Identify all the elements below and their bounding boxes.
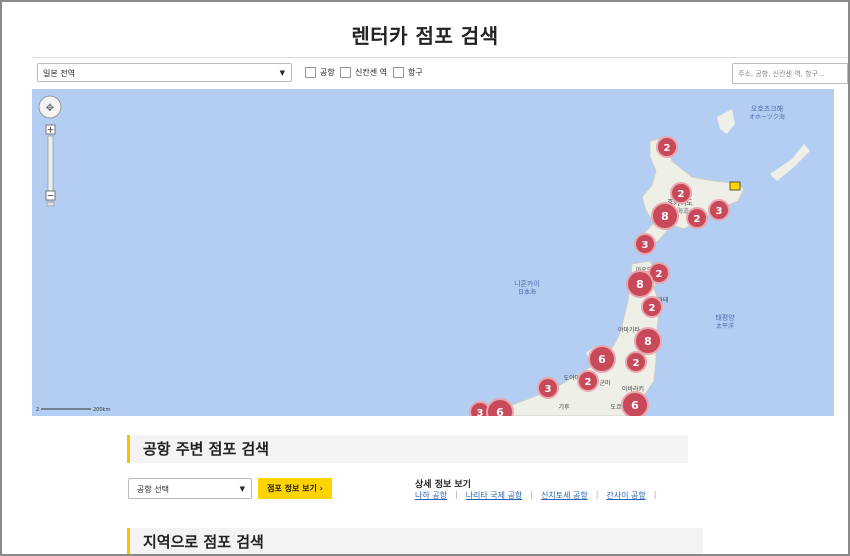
detail-info-title: 상세 정보 보기	[415, 480, 471, 490]
cluster-count: 2	[678, 189, 685, 200]
cluster-count: 2	[633, 358, 640, 369]
chevron-down-icon: ▼	[279, 69, 285, 77]
airport-select-value: 공항 선택	[137, 485, 169, 494]
okhotsk-sub-label: オホーツク海	[749, 113, 785, 121]
search-placeholder: 주소, 공항, 신칸센 역, 항구...	[738, 70, 825, 78]
cluster-count: 6	[631, 399, 639, 412]
airport-section-heading: 공항 주변 점포 검색	[127, 435, 688, 463]
pacific-sub-label: 太平洋	[716, 322, 734, 330]
cluster-marker[interactable]: 2	[670, 182, 692, 204]
airport-link[interactable]: 나리타 국제 공항	[466, 490, 523, 501]
cluster-marker[interactable]: 8	[626, 270, 654, 298]
cluster-count: 2	[585, 377, 592, 388]
cluster-marker[interactable]: 6	[486, 398, 514, 416]
cluster-marker[interactable]: 6	[621, 391, 649, 416]
link-separator: |	[454, 490, 458, 499]
map-svg[interactable]: ✥ + − 오호츠크해 オホーツク海 홋카이도 北海道 니혼카이 日本海 태평양…	[32, 89, 834, 416]
cluster-count: 6	[598, 353, 606, 366]
chevron-right-icon: ›	[319, 484, 323, 493]
checkbox-box[interactable]	[305, 67, 316, 78]
checkbox-box[interactable]	[340, 67, 351, 78]
scale-label: 200km	[93, 407, 110, 413]
checkbox-box[interactable]	[393, 67, 404, 78]
cluster-marker[interactable]: 2	[625, 351, 647, 373]
checkbox-shinkansen[interactable]: 신칸센 역	[340, 67, 387, 78]
cluster-count: 3	[477, 408, 484, 416]
region-section-heading: 지역으로 점포 검색	[127, 528, 703, 554]
store-info-button-label: 점포 정보 보기	[267, 484, 317, 493]
airport-link[interactable]: 간사이 공항	[606, 490, 645, 501]
tokyo-label: 도쿄	[610, 404, 622, 411]
sea	[32, 89, 834, 416]
store-info-button[interactable]: 점포 정보 보기 ›	[258, 478, 332, 499]
page-title: 렌터카 점포 검색	[351, 24, 499, 48]
cluster-marker[interactable]: 3	[634, 233, 656, 255]
cluster-count: 8	[661, 210, 669, 223]
cluster-count: 2	[694, 214, 701, 225]
airport-link[interactable]: 신치토세 공항	[541, 490, 588, 501]
checkbox-label: 신칸센 역	[355, 68, 387, 77]
page-frame: 렌터카 점포 검색 일본 전역 ▼ 공항 신칸센 역 항구 주소, 공항, 신칸…	[0, 0, 850, 556]
gunma-label: 군마	[599, 379, 611, 387]
cluster-marker[interactable]: 2	[577, 370, 599, 392]
search-input[interactable]: 주소, 공항, 신칸센 역, 항구...	[732, 63, 848, 84]
plus-icon: +	[47, 126, 55, 136]
gifu-label: 기후	[558, 403, 570, 411]
japan-sea-label: 니혼카이	[514, 279, 540, 288]
zoom-slider-track[interactable]	[47, 135, 54, 193]
checkbox-port[interactable]: 항구	[393, 67, 423, 78]
japan-sea-sub-label: 日本海	[518, 288, 536, 296]
cluster-count: 3	[716, 206, 723, 217]
cluster-count: 3	[642, 240, 649, 251]
link-separator: |	[530, 490, 533, 499]
cluster-marker[interactable]: 6	[588, 345, 616, 373]
cluster-count: 2	[656, 269, 663, 280]
link-separator: |	[653, 490, 657, 499]
chevron-down-icon: ▼	[239, 485, 245, 493]
link-separator: |	[595, 490, 599, 499]
zoom-handle[interactable]	[46, 201, 55, 207]
region-select-value: 일본 전역	[43, 69, 75, 78]
checkbox-label: 공항	[320, 68, 335, 77]
pan-arrows-icon: ✥	[46, 103, 54, 114]
cluster-count: 2	[664, 143, 671, 154]
map-toolbar: 일본 전역 ▼ 공항 신칸센 역 항구 주소, 공항, 신칸센 역, 항구...	[32, 57, 848, 90]
cluster-count: 8	[644, 335, 652, 348]
cluster-count: 3	[545, 384, 552, 395]
region-select[interactable]: 일본 전역 ▼	[37, 63, 292, 82]
minus-icon: −	[47, 192, 55, 202]
scale-zero: 2	[36, 407, 39, 413]
cluster-marker[interactable]: 2	[686, 207, 708, 229]
airport-link[interactable]: 나하 공항	[415, 490, 447, 501]
map-canvas[interactable]: ✥ + − 오호츠크해 オホーツク海 홋카이도 北海道 니혼카이 日本海 태평양…	[32, 89, 834, 416]
cluster-count: 6	[496, 406, 504, 416]
cluster-marker[interactable]: 8	[634, 327, 662, 355]
airport-marker-icon[interactable]	[729, 181, 741, 191]
cluster-marker[interactable]: 2	[641, 296, 663, 318]
airport-link-list: 나하 공항 | 나리타 국제 공항 | 신치토세 공항 | 간사이 공항 |	[415, 490, 664, 501]
okhotsk-label: 오호츠크해	[751, 104, 783, 113]
cluster-marker[interactable]: 3	[708, 199, 730, 221]
cluster-marker[interactable]: 2	[656, 136, 678, 158]
cluster-marker[interactable]: 8	[651, 202, 679, 230]
pacific-label: 태평양	[715, 313, 735, 322]
airport-select[interactable]: 공항 선택 ▼	[128, 478, 252, 499]
checkbox-airport[interactable]: 공항	[305, 67, 335, 78]
cluster-count: 2	[649, 303, 656, 314]
cluster-marker[interactable]: 3	[537, 377, 559, 399]
checkbox-label: 항구	[408, 68, 423, 77]
cluster-count: 8	[636, 278, 644, 291]
